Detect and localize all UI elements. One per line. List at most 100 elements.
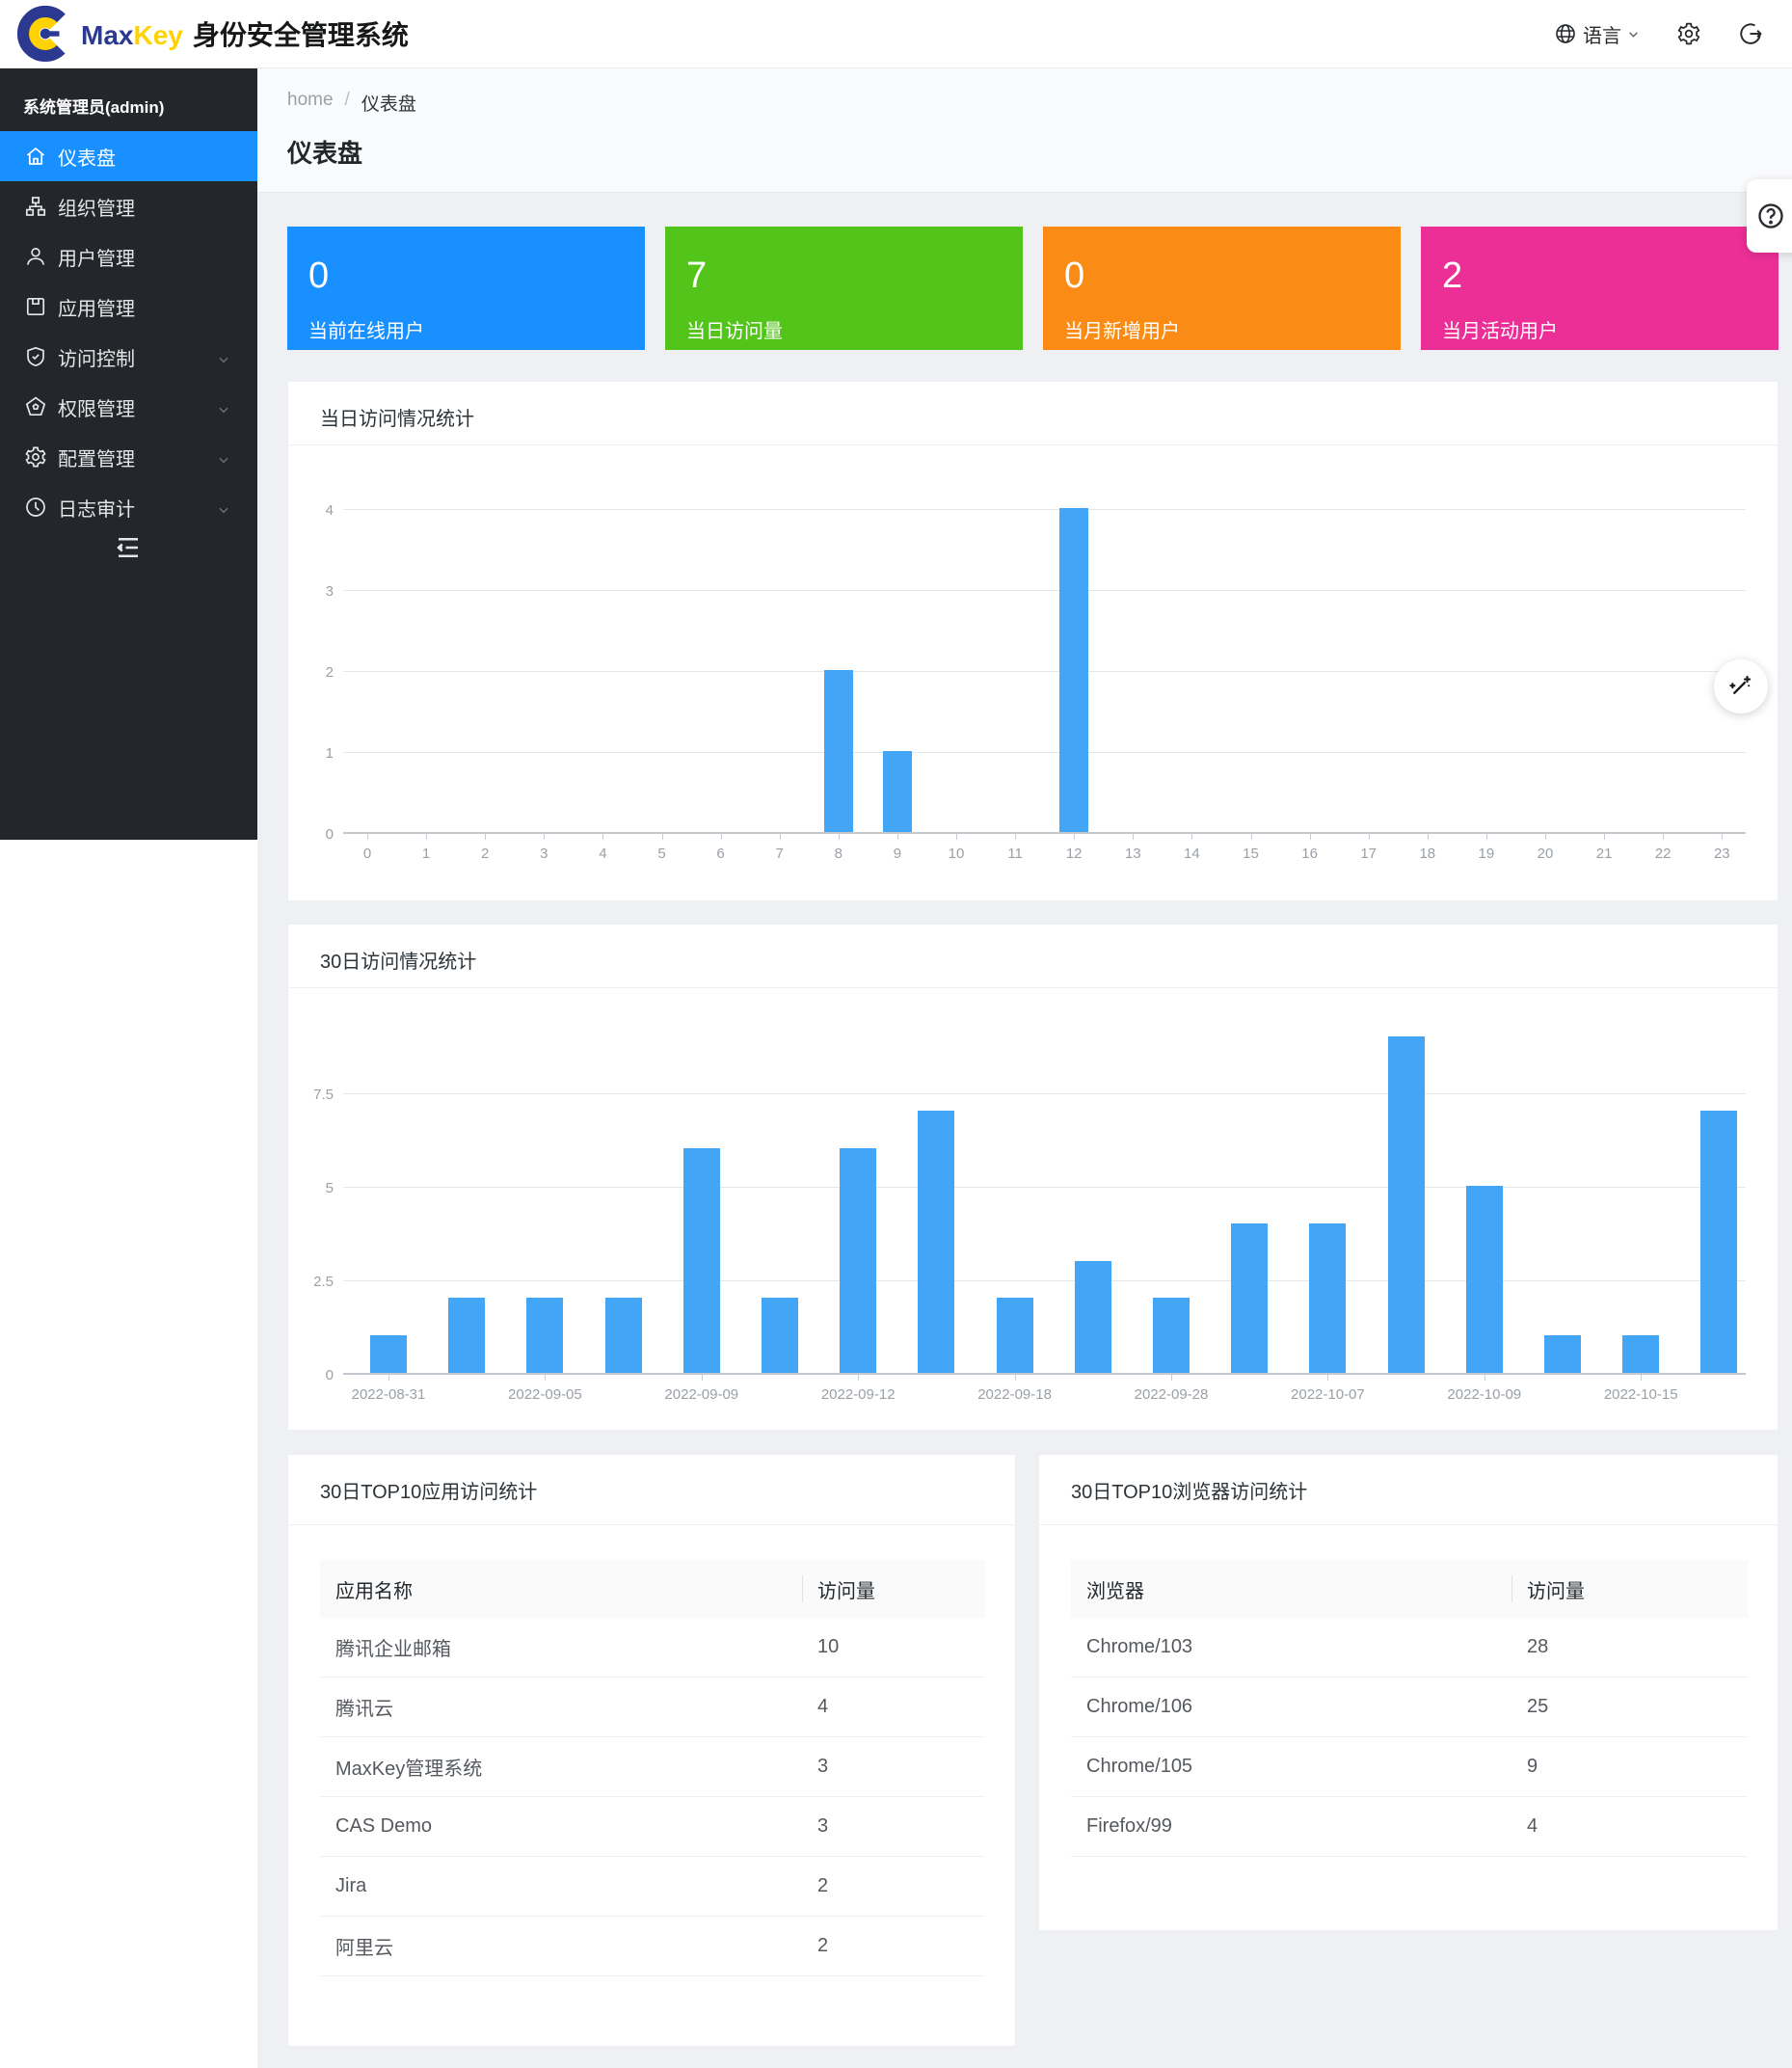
axis-tick-mark bbox=[1191, 834, 1192, 840]
card-title: 30日TOP10浏览器访问统计 bbox=[1071, 1476, 1307, 1504]
language-menu[interactable]: 语言 bbox=[1554, 20, 1640, 48]
card-title: 当日访问情况统计 bbox=[320, 403, 474, 431]
x-axis-tick-label: 2022-10-07 bbox=[1265, 1386, 1390, 1403]
bar bbox=[683, 1148, 720, 1373]
x-axis-tick-label: 2022-09-09 bbox=[639, 1386, 764, 1403]
breadcrumb: home / 仪表盘 bbox=[287, 90, 416, 116]
axis-tick-mark bbox=[1133, 834, 1134, 840]
sidebar-item-organization[interactable]: 组织管理 bbox=[0, 181, 257, 231]
x-axis-tick-label: 2022-09-28 bbox=[1109, 1386, 1234, 1403]
axis-tick-mark bbox=[1484, 1375, 1485, 1381]
y-axis-tick-label: 2 bbox=[289, 664, 334, 681]
breadcrumb-home-link[interactable]: home bbox=[287, 90, 334, 116]
visits-cell: 25 bbox=[1511, 1696, 1748, 1718]
column-separator bbox=[802, 1575, 803, 1602]
visits-cell: 3 bbox=[802, 1756, 985, 1778]
browser-cell: Chrome/105 bbox=[1071, 1756, 1511, 1778]
sidebar-item-configuration[interactable]: 配置管理 bbox=[0, 432, 257, 482]
table-row: Chrome/106 25 bbox=[1071, 1678, 1748, 1737]
settings-gear-icon[interactable] bbox=[1676, 21, 1701, 46]
sidebar-item-audit-log[interactable]: 日志审计 bbox=[0, 482, 257, 532]
config-gear-icon bbox=[24, 445, 47, 469]
bar bbox=[1309, 1223, 1346, 1373]
stat-value: 0 bbox=[1064, 257, 1401, 294]
column-header: 访问量 bbox=[802, 1575, 985, 1603]
theme-customize-button[interactable] bbox=[1714, 659, 1768, 713]
logout-icon[interactable] bbox=[1738, 21, 1763, 46]
brand-key: Key bbox=[133, 20, 182, 50]
column-header: 应用名称 bbox=[320, 1575, 802, 1603]
axis-tick-mark bbox=[897, 834, 898, 840]
app-name-cell: 腾讯云 bbox=[320, 1693, 802, 1721]
table-row: Chrome/105 9 bbox=[1071, 1737, 1748, 1797]
y-axis-tick-label: 0 bbox=[289, 826, 334, 843]
breadcrumb-separator: / bbox=[345, 90, 350, 116]
sidebar-item-permissions[interactable]: 权限管理 bbox=[0, 382, 257, 432]
permission-icon bbox=[24, 395, 47, 418]
axis-tick-mark bbox=[1327, 1375, 1328, 1381]
stat-label: 当前在线用户 bbox=[308, 315, 645, 343]
divider bbox=[288, 987, 1778, 988]
axis-tick-mark bbox=[1486, 834, 1487, 840]
y-axis-tick-label: 4 bbox=[289, 502, 334, 519]
sidebar-item-label: 配置管理 bbox=[58, 443, 135, 471]
question-circle-icon bbox=[1756, 201, 1785, 230]
sidebar-item-label: 仪表盘 bbox=[58, 143, 116, 171]
stat-card-daily-visits: 7 当日访问量 bbox=[665, 227, 1023, 350]
sidebar-item-access-control[interactable]: 访问控制 bbox=[0, 332, 257, 382]
bar bbox=[997, 1298, 1033, 1373]
bar bbox=[1059, 508, 1088, 832]
axis-tick-mark bbox=[1171, 1375, 1172, 1381]
axis-tick-mark bbox=[721, 834, 722, 840]
chevron-down-icon bbox=[217, 350, 230, 363]
visits-cell: 2 bbox=[802, 1935, 985, 1957]
help-button[interactable] bbox=[1747, 179, 1792, 253]
axis-tick-mark bbox=[1074, 834, 1075, 840]
axis-tick-mark bbox=[602, 834, 603, 840]
axis-tick-mark bbox=[839, 834, 840, 840]
top-browsers-table: 浏览器 访问量 Chrome/103 28 Chrome/106 25 Chro… bbox=[1071, 1560, 1748, 1857]
axis-tick-mark bbox=[1251, 834, 1252, 840]
chevron-down-icon bbox=[217, 500, 230, 514]
bar bbox=[448, 1298, 485, 1373]
column-header: 浏览器 bbox=[1071, 1575, 1511, 1603]
sidebar-item-dashboard[interactable]: 仪表盘 bbox=[0, 131, 257, 181]
sidebar: 系统管理员(admin) 仪表盘 组织管理 用户管理 应用管理 访问控制 bbox=[0, 68, 257, 840]
menu-fold-icon[interactable] bbox=[114, 533, 143, 560]
sidebar-item-label: 权限管理 bbox=[58, 393, 135, 421]
user-icon bbox=[24, 245, 47, 268]
sidebar-item-users[interactable]: 用户管理 bbox=[0, 231, 257, 282]
stat-card-online-users: 0 当前在线用户 bbox=[287, 227, 645, 350]
x-axis-tick-label: 2022-09-18 bbox=[952, 1386, 1078, 1403]
app-name-cell: 阿里云 bbox=[320, 1932, 802, 1960]
stat-label: 当月新增用户 bbox=[1064, 315, 1401, 343]
y-axis-tick-label: 1 bbox=[289, 745, 334, 762]
app-name-cell: MaxKey管理系统 bbox=[320, 1753, 802, 1781]
axis-tick-mark bbox=[1310, 834, 1311, 840]
chevron-down-icon bbox=[217, 400, 230, 414]
table-row: CAS Demo 3 bbox=[320, 1797, 985, 1857]
bar bbox=[605, 1298, 642, 1373]
top-apps-card: 30日TOP10应用访问统计 应用名称 访问量 腾讯企业邮箱 10 腾讯云 4 … bbox=[287, 1454, 1016, 2047]
bar bbox=[918, 1111, 954, 1373]
browser-cell: Firefox/99 bbox=[1071, 1815, 1511, 1838]
globe-icon bbox=[1554, 22, 1577, 45]
x-axis-tick-label: 2022-10-09 bbox=[1422, 1386, 1547, 1403]
axis-tick-mark bbox=[1722, 834, 1723, 840]
x-axis-tick-label: 23 bbox=[1659, 846, 1784, 862]
bar bbox=[1388, 1036, 1425, 1373]
y-axis-tick-label: 3 bbox=[289, 583, 334, 600]
axis-tick-mark bbox=[1369, 834, 1370, 840]
sidebar-item-applications[interactable]: 应用管理 bbox=[0, 282, 257, 332]
bar bbox=[1622, 1335, 1659, 1373]
language-label: 语言 bbox=[1583, 20, 1621, 48]
table-row: Firefox/99 4 bbox=[1071, 1797, 1748, 1857]
table-row: Jira 2 bbox=[320, 1857, 985, 1917]
y-axis-tick-label: 2.5 bbox=[289, 1274, 334, 1290]
gridline bbox=[343, 1280, 1746, 1281]
axis-tick-mark bbox=[485, 834, 486, 840]
axis-tick-mark bbox=[1545, 834, 1546, 840]
axis-tick-mark bbox=[1015, 1375, 1016, 1381]
maxkey-logo-icon bbox=[15, 4, 75, 64]
table-row: Chrome/103 28 bbox=[1071, 1618, 1748, 1678]
